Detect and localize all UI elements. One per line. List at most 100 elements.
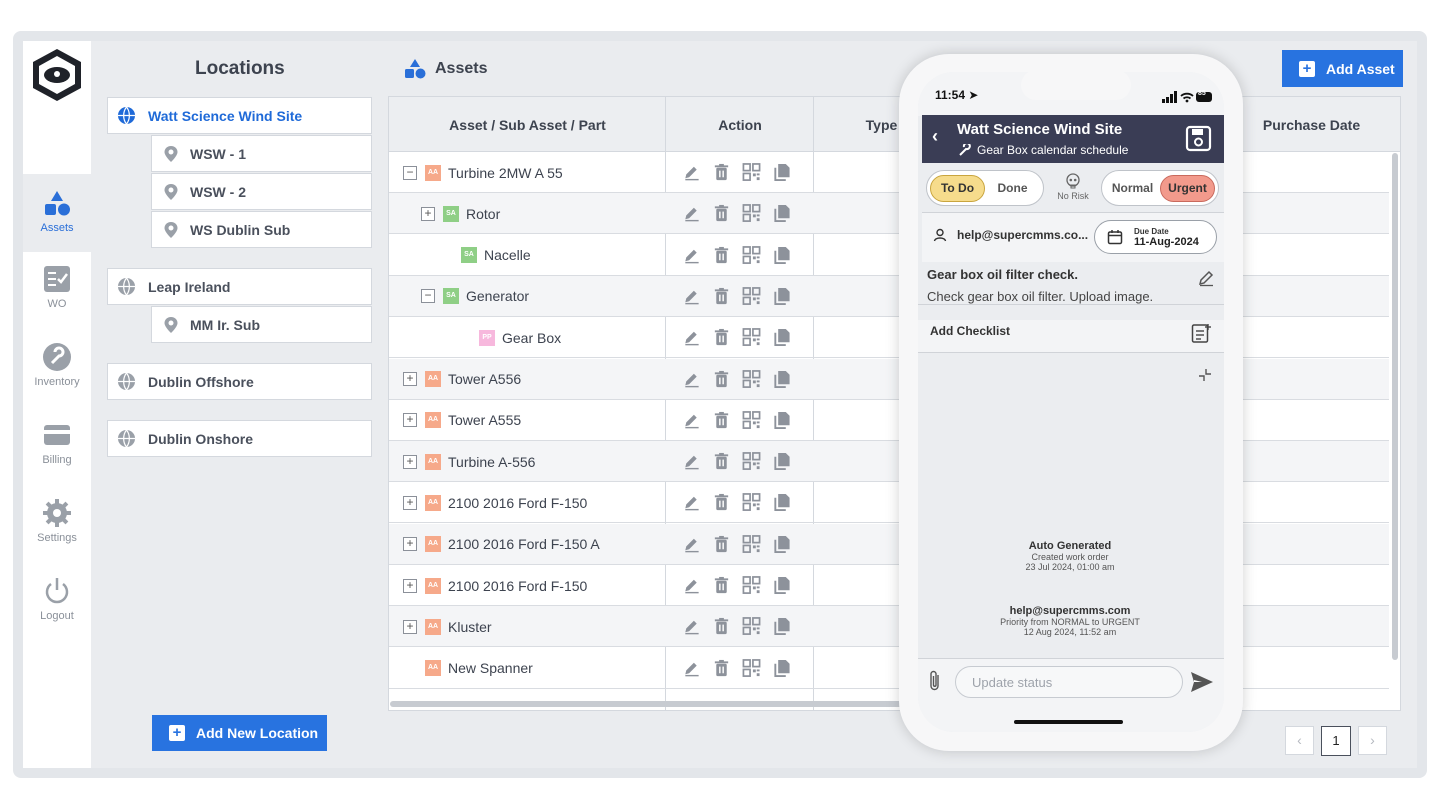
asset-name[interactable]: Turbine 2MW A 55 — [448, 165, 563, 181]
edit-icon[interactable] — [682, 411, 701, 430]
qr-code-icon[interactable] — [742, 245, 761, 265]
nav-settings[interactable]: Settings — [23, 486, 91, 564]
trash-icon[interactable] — [712, 493, 731, 512]
edit-icon[interactable] — [682, 204, 701, 223]
document-icon[interactable] — [772, 659, 791, 678]
expand-button[interactable]: + — [403, 578, 417, 593]
risk-indicator[interactable]: No Risk — [1053, 173, 1093, 201]
pager-prev-button[interactable]: ‹ — [1285, 726, 1314, 755]
edit-icon[interactable] — [682, 370, 701, 389]
sublocation-mm-ir-sub[interactable]: MM Ir. Sub — [151, 306, 372, 343]
qr-code-icon[interactable] — [742, 493, 761, 512]
edit-icon[interactable] — [682, 493, 701, 512]
edit-icon[interactable] — [682, 246, 701, 265]
status-todo-button[interactable]: To Do — [930, 174, 985, 202]
asset-name[interactable]: Tower A555 — [448, 412, 521, 428]
document-icon[interactable] — [772, 535, 791, 554]
nav-inventory[interactable]: Inventory — [23, 330, 91, 408]
location-watt-science[interactable]: Watt Science Wind Site — [107, 97, 372, 134]
nav-wo[interactable]: WO — [23, 252, 91, 330]
edit-icon[interactable] — [682, 163, 701, 182]
location-dublin-offshore[interactable]: Dublin Offshore — [107, 363, 372, 400]
asset-name[interactable]: Gear Box — [502, 330, 561, 346]
qr-code-icon[interactable] — [742, 328, 761, 347]
due-date-field[interactable]: Due Date 11-Aug-2024 — [1094, 220, 1217, 254]
location-dublin-onshore[interactable]: Dublin Onshore — [107, 420, 372, 457]
pager-page-button[interactable]: 1 — [1321, 726, 1351, 756]
trash-icon[interactable] — [712, 370, 731, 389]
collapse-icon[interactable] — [1198, 368, 1212, 382]
asset-name[interactable]: Generator — [466, 288, 529, 304]
add-checklist-button[interactable]: Add Checklist — [930, 324, 1010, 338]
document-icon[interactable] — [772, 163, 791, 182]
trash-icon[interactable] — [712, 535, 731, 554]
trash-icon[interactable] — [712, 328, 731, 347]
expand-button[interactable]: + — [403, 537, 417, 552]
trash-icon[interactable] — [712, 246, 731, 265]
sublocation-wsw-1[interactable]: WSW - 1 — [151, 135, 372, 172]
edit-icon[interactable] — [682, 328, 701, 347]
status-done-button[interactable]: Done — [985, 175, 1040, 202]
checklist-icon[interactable] — [1191, 323, 1212, 344]
qr-code-icon[interactable] — [742, 452, 761, 471]
edit-icon[interactable] — [682, 659, 701, 678]
priority-urgent-button[interactable]: Urgent — [1160, 174, 1215, 202]
nav-assets[interactable]: Assets — [23, 174, 91, 252]
attachment-icon[interactable] — [927, 669, 943, 693]
location-leap-ireland[interactable]: Leap Ireland — [107, 268, 372, 305]
document-icon[interactable] — [772, 576, 791, 595]
qr-code-icon[interactable] — [742, 534, 761, 554]
back-icon[interactable]: ‹ — [932, 126, 938, 147]
document-icon[interactable] — [772, 617, 791, 636]
expand-button[interactable]: + — [403, 619, 417, 634]
pager-next-button[interactable]: › — [1358, 726, 1387, 755]
asset-name[interactable]: Nacelle — [484, 247, 531, 263]
asset-name[interactable]: 2100 2016 Ford F-150 A — [448, 536, 600, 552]
edit-icon[interactable] — [682, 452, 701, 471]
qr-code-icon[interactable] — [742, 410, 761, 430]
nav-logout[interactable]: Logout — [23, 564, 91, 642]
update-status-input[interactable]: Update status — [955, 666, 1183, 698]
expand-button[interactable]: + — [403, 372, 417, 386]
expand-button[interactable]: + — [403, 413, 417, 428]
asset-name[interactable]: 2100 2016 Ford F-150 — [448, 495, 587, 511]
qr-code-icon[interactable] — [742, 617, 761, 636]
trash-icon[interactable] — [712, 287, 731, 306]
document-icon[interactable] — [772, 411, 791, 430]
trash-icon[interactable] — [712, 617, 731, 636]
expand-button[interactable]: + — [403, 495, 417, 510]
qr-code-icon[interactable] — [742, 204, 761, 223]
asset-name[interactable]: 2100 2016 Ford F-150 — [448, 578, 587, 594]
document-icon[interactable] — [772, 328, 791, 347]
document-icon[interactable] — [772, 370, 791, 389]
sublocation-wsw-2[interactable]: WSW - 2 — [151, 173, 372, 210]
trash-icon[interactable] — [712, 163, 731, 182]
nav-billing[interactable]: Billing — [23, 408, 91, 486]
collapse-button[interactable]: − — [421, 289, 435, 304]
qr-code-icon[interactable] — [742, 286, 761, 306]
edit-icon[interactable] — [682, 617, 701, 636]
expand-button[interactable]: + — [421, 206, 435, 221]
column-header-asset[interactable]: Asset / Sub Asset / Part — [389, 97, 666, 152]
qr-code-icon[interactable] — [742, 576, 761, 595]
expand-button[interactable]: + — [403, 454, 417, 469]
trash-icon[interactable] — [712, 204, 731, 223]
edit-icon[interactable] — [1197, 269, 1215, 287]
horizontal-scrollbar[interactable] — [390, 701, 910, 707]
document-icon[interactable] — [772, 204, 791, 223]
trash-icon[interactable] — [712, 452, 731, 471]
document-icon[interactable] — [772, 287, 791, 306]
qr-code-icon[interactable] — [742, 658, 761, 678]
qr-code-icon[interactable] — [742, 369, 761, 389]
vertical-scrollbar[interactable] — [1392, 153, 1398, 660]
asset-name[interactable]: New Spanner — [448, 660, 533, 676]
edit-icon[interactable] — [682, 535, 701, 554]
save-icon[interactable] — [1185, 125, 1212, 152]
sublocation-ws-dublin-sub[interactable]: WS Dublin Sub — [151, 211, 372, 248]
asset-name[interactable]: Turbine A-556 — [448, 454, 535, 470]
document-icon[interactable] — [772, 452, 791, 471]
send-icon[interactable] — [1190, 671, 1214, 693]
priority-normal-button[interactable]: Normal — [1105, 175, 1160, 202]
trash-icon[interactable] — [712, 659, 731, 678]
add-asset-button[interactable]: + Add Asset — [1282, 50, 1403, 87]
